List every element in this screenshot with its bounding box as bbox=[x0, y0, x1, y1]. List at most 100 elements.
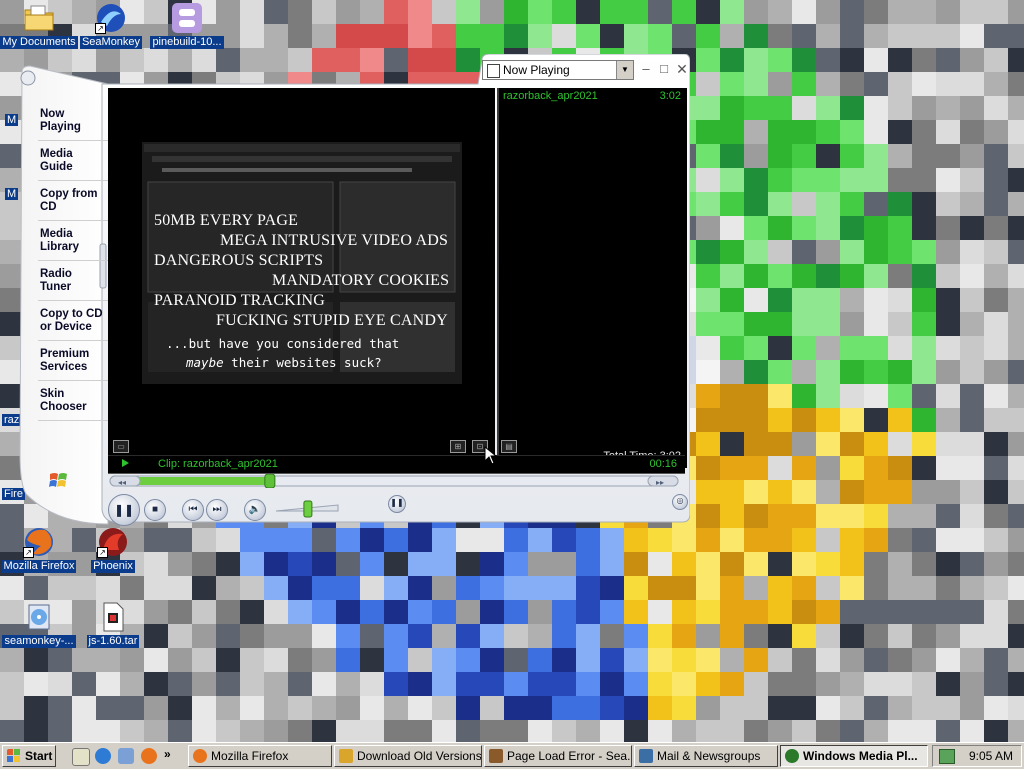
task-label-line2: Playing bbox=[40, 121, 81, 133]
task-separator bbox=[38, 380, 112, 381]
task-separator bbox=[38, 180, 112, 181]
video-text-line: FUCKING STUPID EYE CANDY bbox=[216, 312, 448, 329]
windows-logo-icon bbox=[7, 749, 20, 762]
start-label: Start bbox=[25, 749, 53, 763]
task-label-line2: Tuner bbox=[40, 281, 72, 293]
fit-to-window-icon[interactable]: ⊞ bbox=[450, 440, 466, 453]
task-label-line1: Copy from bbox=[40, 188, 98, 200]
media-player-window[interactable]: Now Playing ▶ Media Guide Copy from CD M… bbox=[16, 54, 690, 532]
task-separator bbox=[38, 300, 112, 301]
desktop-icon-label: pinebuild-10... bbox=[150, 36, 224, 49]
playlist-item-duration: 3:02 bbox=[659, 90, 681, 102]
transport-controls: ❚❚ ■ ⏮ ⏭ 🔈 ❚❚ ◎ bbox=[108, 494, 688, 528]
pause-icon: ❚❚ bbox=[113, 503, 135, 517]
desktop-icon-firefox[interactable]: ↗ Mozilla Firefox bbox=[0, 526, 78, 573]
task-label-line1: Radio bbox=[40, 268, 72, 280]
seamonkey-grid-icon bbox=[489, 749, 503, 763]
next-icon: ⏭ bbox=[212, 504, 222, 515]
video-tagline-rest: their websites suck? bbox=[223, 355, 382, 370]
chevron-more-icon[interactable]: » bbox=[164, 747, 171, 761]
task-label-line1: Skin bbox=[40, 388, 65, 400]
clock[interactable]: 9:05 AM bbox=[969, 749, 1013, 763]
shuffle-icon: ◎ bbox=[676, 496, 684, 505]
maximize-button[interactable]: □ bbox=[656, 60, 672, 78]
video-display[interactable]: 50MB EVERY PAGE MEGA INTRUSIVE VIDEO ADS… bbox=[108, 88, 495, 468]
firefox-icon bbox=[193, 749, 207, 763]
svg-text:▸▸: ▸▸ bbox=[656, 478, 664, 487]
player-status-bar: Clip: razorback_apr2021 00:16 bbox=[108, 455, 685, 474]
taskbar-button-download[interactable]: Download Old Versions... bbox=[334, 745, 482, 767]
desktop-icon-label: Phoenix bbox=[91, 560, 135, 573]
taskbar-button-label: Download Old Versions... bbox=[357, 749, 482, 763]
view-selector-dropdown[interactable]: Now Playing ▼ bbox=[482, 60, 634, 80]
video-text-line: 50MB EVERY PAGE bbox=[154, 212, 299, 229]
video-text-line: PARANOID TRACKING bbox=[154, 292, 325, 309]
video-tagline-2: maybe their websites suck? bbox=[186, 355, 382, 370]
play-status-icon bbox=[122, 459, 129, 467]
desktop-icon-my-documents[interactable]: My Documents bbox=[0, 2, 78, 49]
seek-bar[interactable]: ◂◂ ▸▸ bbox=[108, 474, 680, 488]
previous-icon: ⏮ bbox=[188, 504, 198, 515]
video-tagline-emphasis: maybe bbox=[186, 355, 224, 370]
video-settings-icon[interactable]: ▭ bbox=[113, 440, 129, 453]
shuffle-button[interactable]: ◎ bbox=[672, 494, 688, 510]
task-label-line1: Media bbox=[40, 228, 73, 240]
taskbar-button-firefox[interactable]: Mozilla Firefox bbox=[188, 745, 332, 767]
pause-button[interactable]: ❚❚ bbox=[108, 494, 140, 526]
shortcut-arrow-icon: ↗ bbox=[23, 547, 34, 558]
desktop-icon-label: SeaMonkey bbox=[79, 36, 143, 49]
minimize-button[interactable]: – bbox=[638, 60, 654, 78]
mute-button[interactable]: 🔈 bbox=[244, 499, 266, 521]
playlist-pane: razorback_apr2021 3:02 ▤ Total Time: 3:0… bbox=[497, 88, 687, 468]
taskbar-button-page-load-error[interactable]: Page Load Error - Sea... bbox=[484, 745, 632, 767]
video-tagline: ...but have you considered that bbox=[166, 336, 400, 351]
task-label-line1: Now bbox=[40, 108, 65, 120]
desktop-icon-phoenix[interactable]: ↗ Phoenix bbox=[74, 526, 152, 573]
taskbar-button-label: Page Load Error - Sea... bbox=[507, 749, 632, 763]
start-button[interactable]: Start bbox=[2, 745, 56, 767]
video-text-line: MANDATORY COOKIES bbox=[272, 272, 450, 289]
svg-text:◂◂: ◂◂ bbox=[118, 478, 126, 487]
next-button[interactable]: ⏭ bbox=[206, 499, 228, 521]
task-label-line1: Premium bbox=[40, 348, 90, 360]
task-label-line2: Guide bbox=[40, 161, 73, 173]
desktop-icon-pinebuild[interactable]: pinebuild-10... bbox=[148, 2, 226, 49]
desktop-icon-label: My Documents bbox=[0, 36, 78, 49]
chevron-down-icon[interactable]: ▼ bbox=[616, 61, 633, 79]
task-separator bbox=[38, 220, 112, 221]
volume-slider[interactable] bbox=[272, 499, 342, 519]
network-icon[interactable] bbox=[118, 748, 134, 764]
elapsed-time: 00:16 bbox=[649, 458, 677, 470]
desktop-icon-label: Mozilla Firefox bbox=[1, 560, 77, 573]
task-label-line2: Chooser bbox=[40, 401, 87, 413]
firefox-quicklaunch-icon[interactable] bbox=[141, 748, 157, 764]
close-button[interactable]: ✕ bbox=[674, 60, 690, 78]
show-desktop-icon[interactable] bbox=[72, 748, 90, 766]
video-text-line: DANGEROUS SCRIPTS bbox=[154, 252, 324, 269]
pinebuild-icon bbox=[171, 2, 203, 34]
desktop-icon-label: seamonkey-... bbox=[2, 635, 76, 648]
desktop-icon-seamonkey-installer[interactable]: seamonkey-... bbox=[0, 601, 78, 648]
playlist-options-icon[interactable]: ▤ bbox=[501, 440, 517, 453]
taskbar-button-media-player[interactable]: Windows Media Pl... bbox=[780, 745, 928, 767]
desktop-icon-js-archive[interactable]: js-1.60.tar bbox=[74, 601, 152, 648]
taskbar-button-mail[interactable]: Mail & Newsgroups bbox=[634, 745, 778, 767]
playlist-item-title[interactable]: razorback_apr2021 bbox=[503, 90, 598, 102]
task-separator bbox=[38, 260, 112, 261]
system-tray: 9:05 AM bbox=[932, 745, 1022, 767]
internet-explorer-icon[interactable] bbox=[95, 748, 111, 764]
tray-network-icon[interactable] bbox=[939, 749, 955, 764]
feature-taskbar: Now Playing ▶ Media Guide Copy from CD M… bbox=[34, 98, 116, 484]
task-separator bbox=[38, 420, 112, 421]
task-label-line2: Library bbox=[40, 241, 79, 253]
desktop-icon-label: js-1.60.tar bbox=[86, 635, 140, 648]
desktop-icon-seamonkey[interactable]: ↗ SeaMonkey bbox=[72, 2, 150, 49]
player-title-bar: Now Playing ▼ – □ ✕ bbox=[480, 58, 690, 82]
taskbar-button-label: Mail & Newsgroups bbox=[657, 749, 761, 763]
previous-button[interactable]: ⏮ bbox=[182, 499, 204, 521]
mail-icon bbox=[639, 749, 653, 763]
equalizer-toggle-button[interactable]: ❚❚ bbox=[388, 495, 406, 513]
clip-name: Clip: razorback_apr2021 bbox=[158, 458, 278, 470]
shortcut-arrow-icon: ↗ bbox=[95, 23, 106, 34]
stop-button[interactable]: ■ bbox=[144, 499, 166, 521]
